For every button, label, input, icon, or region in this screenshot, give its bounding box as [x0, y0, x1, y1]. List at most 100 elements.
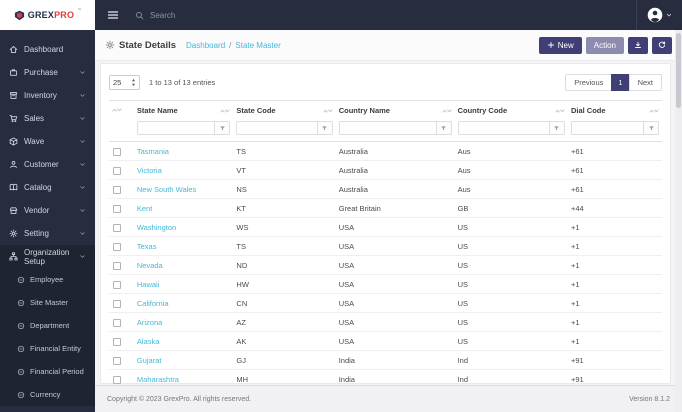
scrollbar-thumb[interactable] — [676, 33, 681, 108]
table-row[interactable]: Kent KT Great Britain GB +44 — [109, 199, 662, 218]
state-name-link[interactable]: Tasmania — [137, 147, 169, 156]
sidebar-item-inventory[interactable]: Inventory — [0, 84, 95, 107]
new-button[interactable]: New — [538, 36, 582, 54]
page-size-select[interactable]: 25 — [109, 75, 140, 90]
table-row[interactable]: Gujarat GJ India Ind +91 — [109, 351, 662, 370]
sidebar-item-sales[interactable]: Sales — [0, 107, 95, 130]
table-row[interactable]: California CN USA US +1 — [109, 294, 662, 313]
state-name-link[interactable]: Kent — [137, 204, 152, 213]
submenu-item-department[interactable]: Department — [0, 314, 95, 337]
sidebar-item-wave[interactable]: Wave — [0, 130, 95, 153]
cell-value: +1 — [570, 241, 580, 251]
table-row[interactable]: Arizona AZ USA US +1 — [109, 313, 662, 332]
search-input[interactable] — [150, 10, 280, 20]
circle-minus-icon — [17, 391, 25, 399]
filter-input-state-code[interactable] — [236, 121, 318, 135]
state-name-link[interactable]: Nevada — [137, 261, 163, 270]
breadcrumb-link-state-master[interactable]: State Master — [235, 41, 280, 50]
row-checkbox[interactable] — [113, 185, 121, 194]
sidebar-item-dashboard[interactable]: Dashboard — [0, 38, 95, 61]
submenu-item-financial-period[interactable]: Financial Period — [0, 360, 95, 383]
column-header-state-name[interactable]: State Name — [134, 101, 234, 120]
breadcrumb-link-dashboard[interactable]: Dashboard — [186, 41, 225, 50]
sidebar-item-catalog[interactable]: Catalog — [0, 176, 95, 199]
chevron-down-icon — [79, 184, 86, 191]
next-page-button[interactable]: Next — [628, 74, 662, 91]
filter-button-state-name[interactable] — [215, 121, 231, 135]
row-checkbox[interactable] — [113, 166, 121, 175]
chevron-down-icon — [79, 161, 86, 168]
hamburger-menu-icon[interactable] — [107, 9, 119, 21]
sidebar-item-label: Purchase — [24, 68, 58, 77]
row-checkbox[interactable] — [113, 299, 121, 308]
table-row[interactable]: Washington WS USA US +1 — [109, 218, 662, 237]
filter-button-state-code[interactable] — [317, 121, 333, 135]
user-menu[interactable] — [637, 0, 682, 30]
cell-value: US — [457, 260, 469, 270]
download-button[interactable] — [628, 36, 648, 54]
sidebar-item-vendor[interactable]: Vendor — [0, 199, 95, 222]
state-name-link[interactable]: Victoria — [137, 166, 162, 175]
filter-input-state-name[interactable] — [136, 121, 216, 135]
select-column-header[interactable] — [109, 101, 134, 120]
breadcrumb-separator: / — [229, 40, 232, 50]
filter-button-country-code[interactable] — [549, 121, 565, 135]
sidebar-item-organization-setup[interactable]: Organization Setup — [0, 245, 95, 268]
row-checkbox[interactable] — [113, 223, 121, 232]
submenu-item-currency[interactable]: Currency — [0, 383, 95, 406]
column-header-country-name[interactable]: Country Name — [336, 101, 455, 120]
submenu-item-financial-entity[interactable]: Financial Entity — [0, 337, 95, 360]
state-name-link[interactable]: Hawaii — [137, 280, 160, 289]
submenu-item-label: Currency — [30, 390, 61, 399]
filter-button-dial-code[interactable] — [644, 121, 659, 135]
filter-button-country-name[interactable] — [436, 121, 452, 135]
table-row[interactable]: Hawaii HW USA US +1 — [109, 275, 662, 294]
table-row[interactable]: Nevada ND USA US +1 — [109, 256, 662, 275]
row-checkbox[interactable] — [113, 261, 121, 270]
submenu-item-employee[interactable]: Employee — [0, 268, 95, 291]
submenu-item-site-master[interactable]: Site Master — [0, 291, 95, 314]
row-checkbox[interactable] — [113, 147, 121, 156]
table-row[interactable]: Tasmania TS Australia Aus +61 — [109, 142, 662, 161]
cell-value: CN — [236, 298, 248, 308]
cell-value: +1 — [570, 222, 580, 232]
state-name-link[interactable]: New South Wales — [137, 185, 196, 194]
table-row[interactable]: Alaska AK USA US +1 — [109, 332, 662, 351]
table-row[interactable]: Victoria VT Australia Aus +61 — [109, 161, 662, 180]
brand-logo[interactable]: GREXPRO ™ — [0, 0, 95, 30]
state-name-link[interactable]: California — [137, 299, 169, 308]
plus-icon — [547, 41, 555, 49]
refresh-button[interactable] — [652, 36, 672, 54]
row-checkbox[interactable] — [113, 375, 121, 384]
filter-input-country-code[interactable] — [457, 121, 550, 135]
sidebar-item-customer[interactable]: Customer — [0, 153, 95, 176]
state-name-link[interactable]: Maharashtra — [137, 375, 179, 384]
state-name-link[interactable]: Gujarat — [137, 356, 162, 365]
cell-value: Great Britain — [338, 203, 381, 213]
vertical-scrollbar[interactable] — [675, 30, 682, 412]
previous-page-button[interactable]: Previous — [565, 74, 613, 91]
current-page-button[interactable]: 1 — [611, 74, 630, 91]
table-row[interactable]: Texas TS USA US +1 — [109, 237, 662, 256]
state-name-link[interactable]: Arizona — [137, 318, 162, 327]
filter-input-country-name[interactable] — [338, 121, 437, 135]
row-checkbox[interactable] — [113, 280, 121, 289]
filter-input-dial-code[interactable] — [570, 121, 644, 135]
column-header-state-code[interactable]: State Code — [233, 101, 335, 120]
sidebar-item-purchase[interactable]: Purchase — [0, 61, 95, 84]
row-checkbox[interactable] — [113, 337, 121, 346]
row-checkbox[interactable] — [113, 318, 121, 327]
column-header-dial-code[interactable]: Dial Code — [568, 101, 662, 120]
sidebar-item-setting[interactable]: Setting — [0, 222, 95, 245]
row-checkbox[interactable] — [113, 242, 121, 251]
column-header-country-code[interactable]: Country Code — [455, 101, 568, 120]
state-name-link[interactable]: Texas — [137, 242, 157, 251]
state-name-link[interactable]: Alaska — [137, 337, 160, 346]
state-name-link[interactable]: Washington — [137, 223, 176, 232]
filter-cell-empty — [109, 119, 134, 142]
action-button[interactable]: Action — [585, 36, 624, 54]
navbar-right — [636, 0, 682, 30]
row-checkbox[interactable] — [113, 204, 121, 213]
table-row[interactable]: New South Wales NS Australia Aus +61 — [109, 180, 662, 199]
row-checkbox[interactable] — [113, 356, 121, 365]
